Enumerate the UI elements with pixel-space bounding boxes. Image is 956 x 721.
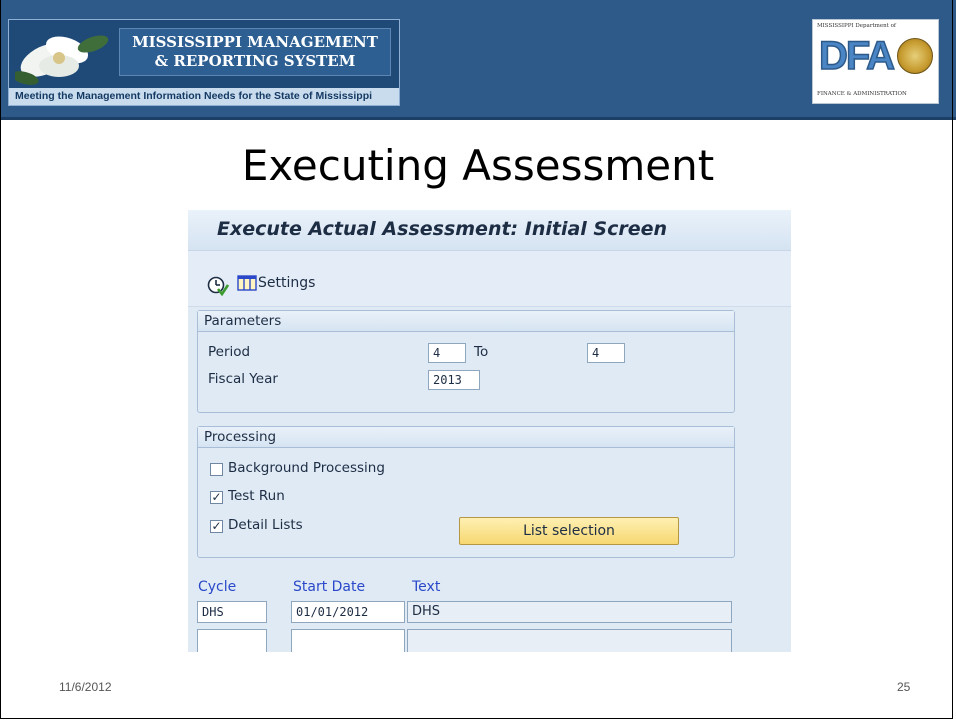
processing-header: Processing [198, 427, 734, 448]
period-label: Period [208, 344, 251, 360]
layout-icon [237, 275, 257, 291]
start-date-cell[interactable]: 01/01/2012 [291, 601, 405, 623]
page-number: 25 [897, 680, 911, 694]
start-date-cell[interactable] [291, 629, 405, 652]
parameters-group: Parameters Period 4 To 4 Fiscal Year 201… [197, 310, 735, 413]
cycle-cell[interactable]: DHS [197, 601, 267, 623]
footer-date: 11/6/2012 [59, 680, 112, 694]
column-header-cycle: Cycle [198, 579, 237, 595]
processing-group: Processing Background Processing ✓ Test … [197, 426, 735, 558]
settings-button[interactable]: Settings [237, 275, 315, 291]
sap-screen: Execute Actual Assessment: Initial Scree… [188, 210, 791, 652]
detail-lists-checkbox[interactable]: ✓ [210, 520, 223, 533]
test-run-label: Test Run [228, 488, 285, 504]
settings-label: Settings [258, 275, 316, 291]
period-from-input[interactable]: 4 [428, 343, 466, 363]
cycle-cell[interactable] [197, 629, 267, 652]
text-cell [407, 629, 732, 652]
fiscal-year-label: Fiscal Year [208, 371, 278, 387]
column-header-text: Text [412, 579, 441, 595]
test-run-checkbox[interactable]: ✓ [210, 491, 223, 504]
execute-icon[interactable] [207, 275, 229, 297]
list-selection-button[interactable]: List selection [459, 517, 679, 545]
period-to-input[interactable]: 4 [587, 343, 625, 363]
sap-title-bar: Execute Actual Assessment: Initial Scree… [188, 210, 791, 251]
slide-title: Executing Assessment [241, 141, 715, 190]
fiscal-year-input[interactable]: 2013 [428, 370, 480, 390]
parameters-header: Parameters [198, 311, 734, 332]
to-label: To [474, 344, 489, 360]
column-header-start-date: Start Date [293, 579, 366, 595]
text-cell: DHS [407, 601, 732, 623]
detail-lists-label: Detail Lists [228, 517, 303, 533]
background-processing-checkbox[interactable] [210, 463, 223, 476]
sap-toolbar: Settings [188, 251, 791, 307]
background-processing-label: Background Processing [228, 460, 385, 476]
screen-title: Execute Actual Assessment: Initial Scree… [217, 218, 668, 240]
